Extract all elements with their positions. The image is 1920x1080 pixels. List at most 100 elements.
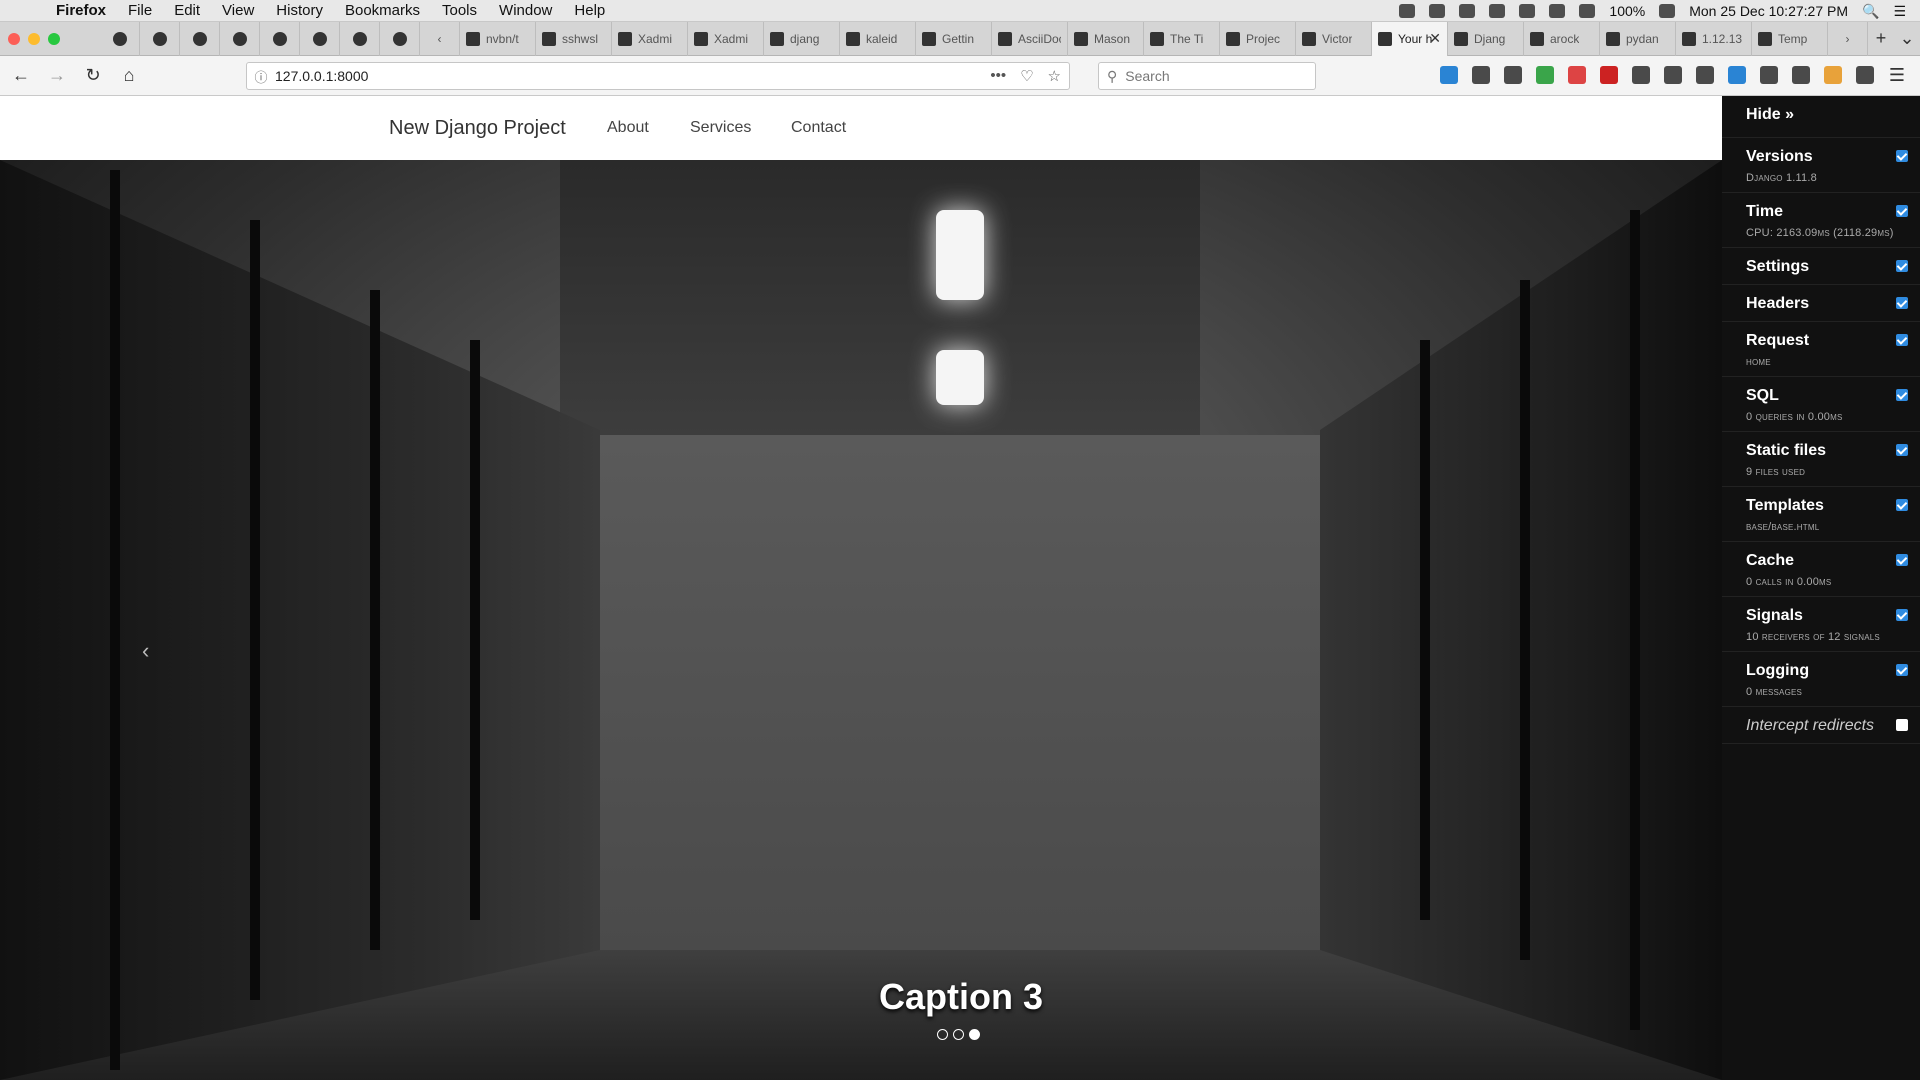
downloads-icon[interactable]: [1440, 66, 1458, 84]
tab[interactable]: Djang: [1448, 21, 1524, 56]
bookmark-star-icon[interactable]: ☆: [1048, 67, 1061, 85]
extension-green-icon[interactable]: [1536, 66, 1554, 84]
hero-carousel[interactable]: ‹: [0, 160, 1722, 1080]
menu-window[interactable]: Window: [499, 2, 552, 19]
menu-file[interactable]: File: [128, 2, 152, 19]
menu-help[interactable]: Help: [574, 2, 605, 19]
tab[interactable]: Gettin: [916, 21, 992, 56]
tab[interactable]: Xadmi: [688, 21, 764, 56]
extension-dots-icon[interactable]: [1760, 66, 1778, 84]
close-tab-icon[interactable]: ✕: [1429, 30, 1441, 47]
panel-toggle-checkbox[interactable]: [1896, 150, 1908, 162]
pinned-tab[interactable]: [180, 21, 220, 56]
panel-title[interactable]: Time: [1746, 203, 1920, 221]
volume-icon[interactable]: [1549, 4, 1566, 18]
bluetooth-icon[interactable]: [1519, 4, 1536, 18]
pinned-tab[interactable]: [340, 21, 380, 56]
cloud-icon[interactable]: [1399, 4, 1416, 18]
pinned-tab[interactable]: [260, 21, 300, 56]
forward-button[interactable]: →: [42, 61, 72, 91]
tab[interactable]: djang: [764, 21, 840, 56]
tab[interactable]: pydan: [1600, 21, 1676, 56]
carousel-prev-chevron-icon[interactable]: ‹: [142, 638, 149, 664]
panel-toggle-checkbox[interactable]: [1896, 389, 1908, 401]
sync-icon[interactable]: [1728, 66, 1746, 84]
panel-title[interactable]: Signals: [1746, 607, 1920, 625]
shazam-icon[interactable]: [1459, 4, 1476, 18]
extension-chart-icon[interactable]: [1568, 66, 1586, 84]
clock[interactable]: Mon 25 Dec 10:27:27 PM: [1689, 3, 1848, 19]
tab[interactable]: Xadmi: [612, 21, 688, 56]
zoom-window-button[interactable]: [48, 32, 60, 45]
evernote-icon[interactable]: [1429, 4, 1446, 18]
tab-list-chevron-icon[interactable]: ⌄: [1894, 28, 1920, 49]
panel-title[interactable]: Versions: [1746, 148, 1920, 166]
extension-badge-icon[interactable]: [1792, 66, 1810, 84]
carousel-dot-active[interactable]: [969, 1029, 980, 1040]
extension-feather-icon[interactable]: [1632, 66, 1650, 84]
menu-bookmarks[interactable]: Bookmarks: [345, 2, 420, 19]
panel-title[interactable]: Cache: [1746, 552, 1920, 570]
pinned-tab[interactable]: [220, 21, 260, 56]
close-window-button[interactable]: [8, 32, 20, 45]
panel-title[interactable]: Templates: [1746, 497, 1920, 515]
panel-toggle-checkbox[interactable]: [1896, 609, 1908, 621]
tab-active[interactable]: Your h ✕: [1372, 21, 1448, 56]
nav-services[interactable]: Services: [690, 119, 751, 137]
menu-view[interactable]: View: [222, 2, 254, 19]
panel-toggle-checkbox[interactable]: [1896, 334, 1908, 346]
panel-title[interactable]: Intercept redirects: [1746, 717, 1920, 735]
tab[interactable]: nvbn/t: [460, 21, 536, 56]
menu-edit[interactable]: Edit: [174, 2, 200, 19]
debug-panel-sql[interactable]: SQL 0 queries in 0.00ms: [1722, 377, 1920, 432]
debug-panel-versions[interactable]: Versions Django 1.11.8: [1722, 138, 1920, 193]
tab[interactable]: sshwsl: [536, 21, 612, 56]
debug-panel-request[interactable]: Request home: [1722, 322, 1920, 377]
notification-center-icon[interactable]: ☰: [1893, 3, 1906, 20]
panel-toggle-checkbox[interactable]: [1896, 499, 1908, 511]
panel-title[interactable]: SQL: [1746, 387, 1920, 405]
tab-scroll-left-button[interactable]: ‹: [420, 21, 460, 56]
panel-toggle-checkbox[interactable]: [1896, 719, 1908, 731]
site-info-icon[interactable]: ⓘ: [247, 67, 275, 86]
pinned-tab[interactable]: [380, 21, 420, 56]
menu-history[interactable]: History: [276, 2, 323, 19]
debug-panel-time[interactable]: Time CPU: 2163.09ms (2118.29ms): [1722, 193, 1920, 248]
tab-scroll-right-button[interactable]: ›: [1828, 21, 1868, 56]
tab[interactable]: AsciiDoc S: [992, 21, 1068, 56]
wifi-icon[interactable]: [1579, 4, 1596, 18]
reload-button[interactable]: ↻: [78, 61, 108, 91]
debug-panel-intercept-redirects[interactable]: Intercept redirects: [1722, 707, 1920, 744]
panel-toggle-checkbox[interactable]: [1896, 444, 1908, 456]
debug-panel-static-files[interactable]: Static files 9 files used: [1722, 432, 1920, 487]
minimize-window-button[interactable]: [28, 32, 40, 45]
tab[interactable]: 1.12.13 — s: [1676, 21, 1752, 56]
pinned-tab[interactable]: [140, 21, 180, 56]
pinned-tab[interactable]: [300, 21, 340, 56]
debug-panel-cache[interactable]: Cache 0 calls in 0.00ms: [1722, 542, 1920, 597]
panel-toggle-checkbox[interactable]: [1896, 260, 1908, 272]
airplay-icon[interactable]: [1489, 4, 1506, 18]
search-input[interactable]: ⚲ Search: [1098, 62, 1316, 90]
nav-contact[interactable]: Contact: [791, 119, 846, 137]
extension-compass-icon[interactable]: [1856, 66, 1874, 84]
battery-icon[interactable]: [1659, 4, 1676, 18]
nav-about[interactable]: About: [607, 119, 649, 137]
tab[interactable]: Mason: [1068, 21, 1144, 56]
eyedropper-icon[interactable]: [1504, 66, 1522, 84]
site-brand[interactable]: New Django Project: [389, 117, 566, 140]
menu-app-name[interactable]: Firefox: [56, 2, 106, 19]
tab[interactable]: arock: [1524, 21, 1600, 56]
carousel-dot[interactable]: [937, 1029, 948, 1040]
tab[interactable]: Projec: [1220, 21, 1296, 56]
panel-toggle-checkbox[interactable]: [1896, 297, 1908, 309]
tab[interactable]: kaleid: [840, 21, 916, 56]
url-bar[interactable]: ⓘ 127.0.0.1:8000 ••• ♡ ☆: [246, 62, 1070, 90]
panel-title[interactable]: Static files: [1746, 442, 1920, 460]
extension-face-icon[interactable]: [1824, 66, 1842, 84]
adblock-icon[interactable]: [1600, 66, 1618, 84]
debug-panel-settings[interactable]: Settings: [1722, 248, 1920, 285]
panel-title[interactable]: Settings: [1746, 258, 1920, 276]
extension-leaf-icon[interactable]: [1664, 66, 1682, 84]
back-button[interactable]: ←: [6, 61, 36, 91]
